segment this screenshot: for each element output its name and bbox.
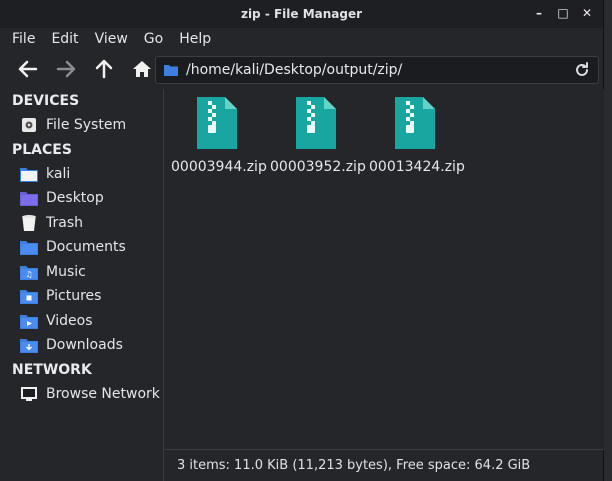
menu-view[interactable]: View <box>95 31 128 47</box>
sidebar-item-label: File System <box>46 117 127 134</box>
status-bar: 3 items: 11.0 KiB (11,213 bytes), Free s… <box>165 449 604 481</box>
folder-icon <box>164 65 178 76</box>
devices-header: DEVICES <box>12 93 80 109</box>
home-icon <box>133 61 151 77</box>
arrow-left-icon <box>18 60 38 78</box>
close-button[interactable]: ✕ <box>581 6 593 20</box>
home-folder-icon <box>20 165 38 183</box>
arrow-right-icon <box>56 60 76 78</box>
videos-folder-icon <box>20 312 38 330</box>
location-bar[interactable]: /home/kali/Desktop/output/zip/ <box>155 56 599 84</box>
documents-folder-icon <box>20 238 38 256</box>
sidebar-item-label: Documents <box>46 239 126 256</box>
file-name: 00003944.zip <box>171 159 267 175</box>
sidebar-item-label: kali <box>46 165 71 182</box>
window-title: zip - File Manager <box>240 7 363 21</box>
menu-help[interactable]: Help <box>179 31 211 47</box>
file-item[interactable]: 00003944.zip <box>171 97 267 175</box>
back-button[interactable] <box>14 55 42 83</box>
sidebar-item-trash[interactable]: Trash <box>0 211 163 236</box>
sidebar-item-documents[interactable]: Documents <box>0 235 163 260</box>
sidebar: DEVICES File System PLACES kali Desktop … <box>0 89 164 481</box>
sidebar-item-label: Browse Network <box>46 385 160 402</box>
file-item[interactable]: 00003952.zip <box>270 97 366 175</box>
location-path: /home/kali/Desktop/output/zip/ <box>186 62 403 78</box>
sidebar-item-browse-network[interactable]: Browse Network <box>0 382 163 407</box>
home-button[interactable] <box>128 55 156 83</box>
sidebar-item-label: Pictures <box>46 288 102 305</box>
menu-bar: File Edit View Go Help <box>0 28 603 50</box>
sidebar-item-kali[interactable]: kali <box>0 162 163 187</box>
network-icon <box>20 385 38 403</box>
sidebar-item-downloads[interactable]: Downloads <box>0 333 163 358</box>
pictures-folder-icon <box>20 287 38 305</box>
network-header: NETWORK <box>12 361 92 378</box>
desktop-folder-icon <box>20 189 38 207</box>
zip-archive-icon <box>296 97 336 149</box>
maximize-button[interactable]: □ <box>557 6 569 20</box>
minimize-button[interactable]: – <box>533 6 545 20</box>
menu-file[interactable]: File <box>12 31 35 47</box>
sidebar-item-desktop[interactable]: Desktop <box>0 186 163 211</box>
file-item[interactable]: 00013424.zip <box>369 97 465 175</box>
zip-archive-icon <box>395 97 435 149</box>
sidebar-item-music[interactable]: ♫ Music <box>0 260 163 285</box>
music-folder-icon: ♫ <box>20 263 38 281</box>
desktop-background <box>605 0 612 481</box>
arrow-up-icon <box>95 59 113 79</box>
downloads-folder-icon <box>20 336 38 354</box>
svg-text:♫: ♫ <box>25 270 32 279</box>
zip-archive-icon <box>197 97 237 149</box>
sidebar-item-label: Music <box>46 263 86 280</box>
file-view[interactable]: 00003944.zip 00003952.zip 00013424.zip <box>165 89 604 449</box>
sidebar-item-label: Downloads <box>46 337 123 354</box>
menu-go[interactable]: Go <box>144 31 163 47</box>
trash-icon <box>20 214 38 232</box>
sidebar-item-file-system[interactable]: File System <box>0 113 163 138</box>
menu-edit[interactable]: Edit <box>51 31 78 47</box>
title-bar[interactable]: zip - File Manager – □ ✕ <box>0 0 603 28</box>
forward-button[interactable] <box>52 55 80 83</box>
file-name: 00013424.zip <box>369 159 465 175</box>
file-name: 00003952.zip <box>270 159 366 175</box>
sidebar-item-videos[interactable]: Videos <box>0 309 163 334</box>
sidebar-item-pictures[interactable]: Pictures <box>0 284 163 309</box>
sidebar-item-label: Desktop <box>46 190 104 207</box>
sidebar-item-label: Trash <box>46 214 83 231</box>
sidebar-item-label: Videos <box>46 312 93 329</box>
up-button[interactable] <box>90 55 118 83</box>
places-header: PLACES <box>12 141 72 158</box>
harddisk-icon <box>20 116 38 134</box>
reload-icon[interactable] <box>574 62 590 78</box>
status-text: 3 items: 11.0 KiB (11,213 bytes), Free s… <box>177 458 531 473</box>
